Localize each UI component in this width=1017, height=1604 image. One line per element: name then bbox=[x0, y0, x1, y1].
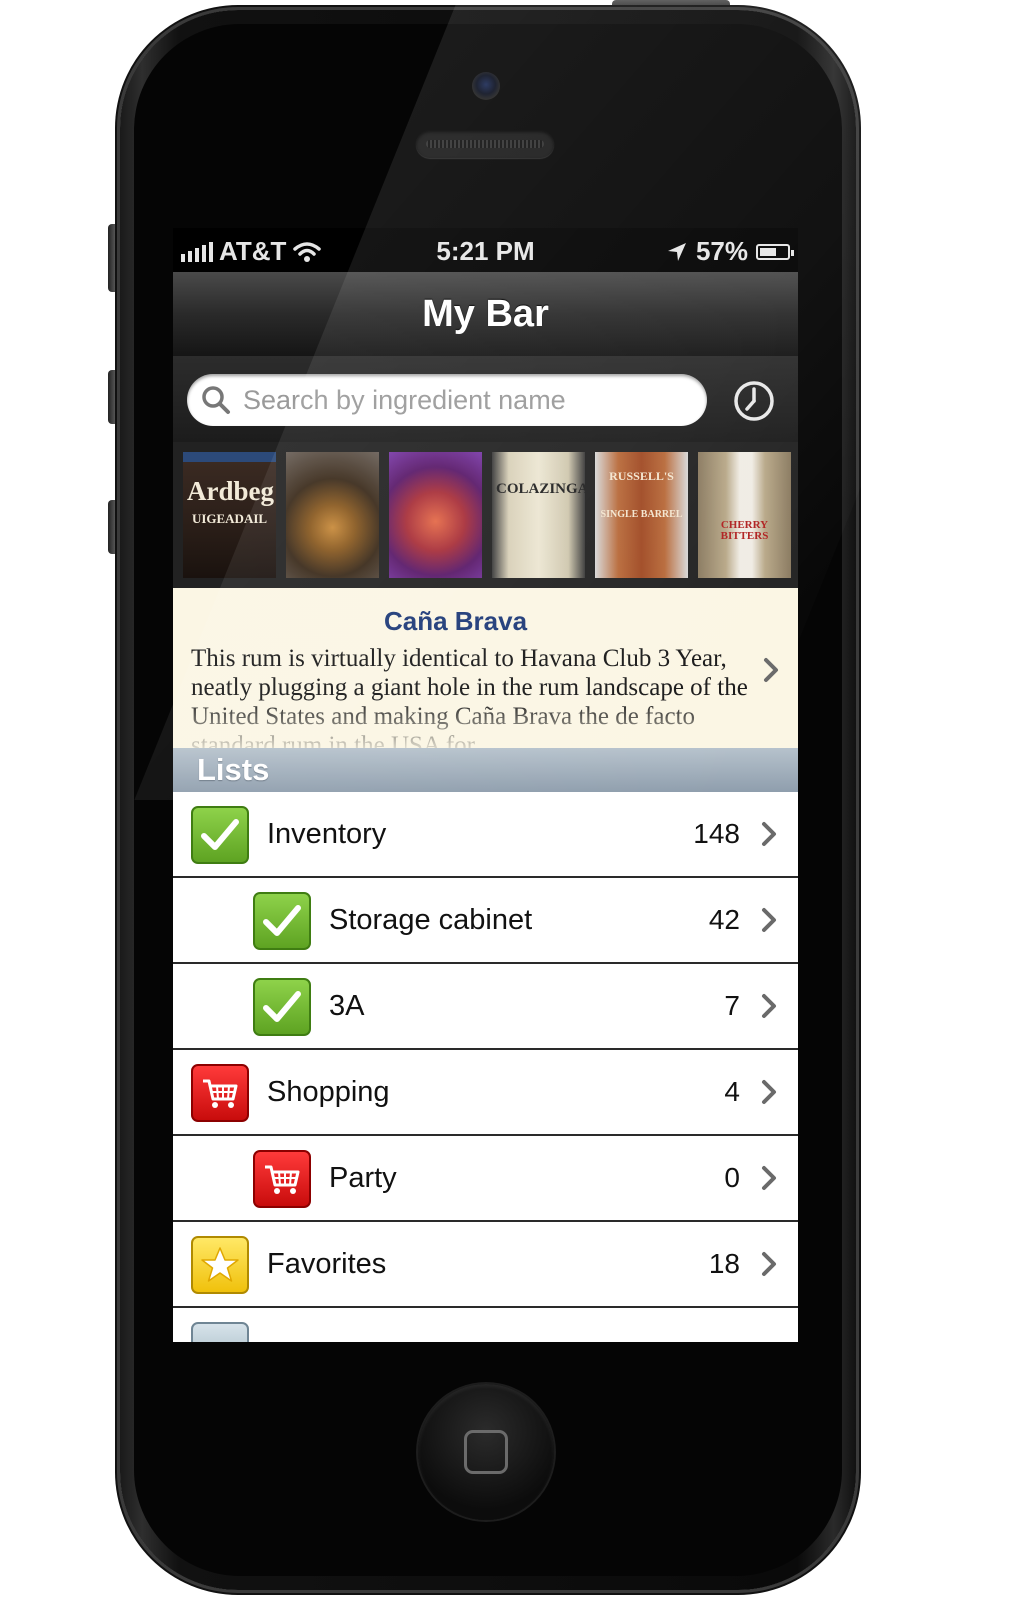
navigation-bar: My Bar bbox=[173, 272, 798, 356]
battery-percent: 57% bbox=[695, 236, 748, 266]
star-icon bbox=[191, 1236, 249, 1294]
ingredient-photo-strip: Ardbeg UIGEADAIL COLAZINGARI RUSSELL'S S… bbox=[173, 442, 798, 588]
earpiece-speaker bbox=[416, 130, 554, 158]
status-bar: AT&T 5:21 PM 57% bbox=[173, 228, 798, 272]
list-row-inventory[interactable]: Inventory 148 bbox=[173, 792, 798, 878]
flag-icon bbox=[191, 1322, 249, 1342]
cart-icon bbox=[191, 1064, 249, 1122]
search-input[interactable] bbox=[241, 383, 685, 417]
list-row-storage-cabinet[interactable]: Storage cabinet 42 bbox=[173, 878, 798, 964]
home-button[interactable] bbox=[418, 1384, 554, 1520]
list-row-favorites[interactable]: Favorites 18 bbox=[173, 1222, 798, 1308]
list-count: 148 bbox=[693, 818, 740, 849]
chevron-right-icon bbox=[762, 1080, 776, 1104]
front-camera bbox=[472, 72, 500, 100]
list-label: Storage cabinet bbox=[329, 904, 533, 936]
photo-label: CHERRY BITTERS bbox=[720, 519, 769, 542]
history-clock-icon[interactable] bbox=[733, 380, 775, 422]
list-count: 42 bbox=[708, 904, 740, 935]
list-label: Inventory bbox=[267, 818, 387, 850]
photo-label: RUSSELL'S bbox=[609, 469, 674, 483]
list-row-partial[interactable] bbox=[173, 1308, 798, 1342]
chevron-right-icon bbox=[764, 658, 778, 682]
search-bar bbox=[173, 356, 798, 442]
search-field-container[interactable] bbox=[187, 374, 707, 426]
photo-label: COLAZINGARI bbox=[496, 481, 585, 497]
lists-section-header: Lists bbox=[173, 748, 798, 792]
location-arrow-icon bbox=[667, 242, 686, 261]
list-row-party[interactable]: Party 0 bbox=[173, 1136, 798, 1222]
list-label: Party bbox=[329, 1162, 397, 1194]
list-label: Shopping bbox=[267, 1076, 390, 1108]
ingredient-photo[interactable]: RUSSELL'S SINGLE BARREL bbox=[595, 452, 688, 578]
list-label: Favorites bbox=[267, 1248, 387, 1280]
section-title: Lists bbox=[197, 752, 270, 787]
featured-description: This rum is virtually identical to Havan… bbox=[191, 645, 748, 748]
chevron-right-icon bbox=[762, 822, 776, 846]
photo-sublabel: SINGLE BARREL bbox=[600, 509, 683, 520]
list-count: 7 bbox=[724, 990, 740, 1021]
list-count: 0 bbox=[724, 1162, 740, 1193]
ingredient-photo[interactable]: Ardbeg UIGEADAIL bbox=[183, 452, 276, 578]
chevron-right-icon bbox=[762, 1252, 776, 1276]
ingredient-photo[interactable] bbox=[389, 452, 482, 578]
battery-icon bbox=[756, 243, 794, 260]
cart-icon bbox=[253, 1150, 311, 1208]
chevron-right-icon bbox=[762, 908, 776, 932]
featured-title: Caña Brava bbox=[383, 606, 528, 636]
list-label: 3A bbox=[329, 990, 365, 1022]
page-title: My Bar bbox=[422, 293, 549, 335]
photo-label: Ardbeg bbox=[187, 476, 274, 506]
ingredient-photo[interactable] bbox=[286, 452, 379, 578]
home-square-icon bbox=[464, 1430, 508, 1474]
check-icon bbox=[253, 892, 311, 950]
photo-sublabel: UIGEADAIL bbox=[191, 511, 268, 526]
app-screen: AT&T 5:21 PM 57% My Bar Search by ingred… bbox=[173, 228, 798, 1342]
chevron-right-icon bbox=[762, 1166, 776, 1190]
check-icon bbox=[253, 978, 311, 1036]
ingredient-photo[interactable]: CHERRY BITTERS bbox=[698, 452, 791, 578]
list-row-shopping[interactable]: Shopping 4 bbox=[173, 1050, 798, 1136]
check-icon bbox=[191, 806, 249, 864]
search-icon bbox=[202, 386, 230, 414]
ingredient-photo[interactable]: COLAZINGARI bbox=[492, 452, 585, 578]
list-count: 18 bbox=[708, 1248, 740, 1279]
chevron-right-icon bbox=[762, 994, 776, 1018]
featured-ingredient-card[interactable]: Caña Brava This rum is virtually identic… bbox=[173, 588, 798, 748]
lists-table: Inventory 148 Storage cabinet 42 3A 7 Sh… bbox=[173, 792, 798, 1342]
list-row-3a[interactable]: 3A 7 bbox=[173, 964, 798, 1050]
list-count: 4 bbox=[724, 1076, 740, 1107]
